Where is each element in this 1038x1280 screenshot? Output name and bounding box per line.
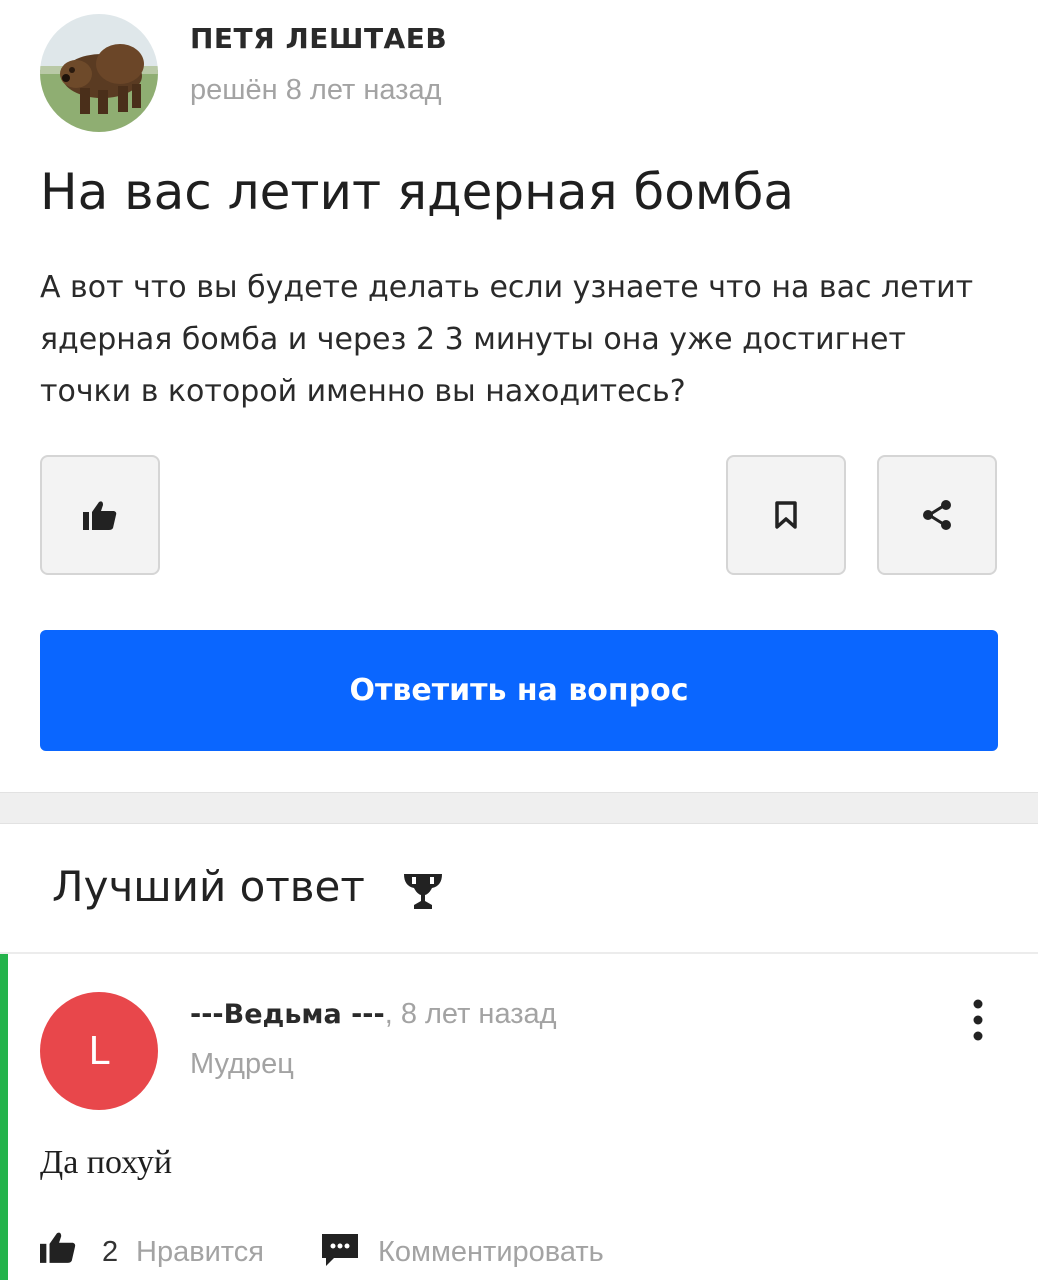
comment-icon[interactable] bbox=[320, 1232, 360, 1273]
bookmark-icon bbox=[775, 501, 797, 529]
answer-author-rank: Мудрец bbox=[190, 1048, 294, 1080]
best-answer-heading: Лучший ответ bbox=[52, 862, 365, 911]
like-button[interactable]: Нравится bbox=[136, 1236, 264, 1269]
question-card: ПЕТЯ ЛЕШТАЕВ решён 8 лет назад На вас ле… bbox=[0, 0, 1038, 792]
bear-photo bbox=[40, 14, 158, 132]
author-name[interactable]: ПЕТЯ ЛЕШТАЕВ bbox=[190, 22, 447, 55]
answer-footer: 2 Нравится Комментировать bbox=[40, 1230, 740, 1274]
bookmark-button[interactable] bbox=[726, 455, 846, 575]
share-icon bbox=[923, 500, 951, 530]
comment-button[interactable]: Комментировать bbox=[378, 1236, 604, 1269]
author-avatar[interactable] bbox=[40, 14, 158, 132]
answer-text: Да похуй bbox=[40, 1144, 173, 1181]
best-answer-accent-bar bbox=[0, 954, 8, 1280]
answer-author-avatar[interactable]: L bbox=[40, 992, 158, 1110]
question-body: А вот что вы будете делать если узнаете … bbox=[40, 270, 974, 409]
question-title: На вас летит ядерная бомба bbox=[40, 163, 795, 221]
more-options-icon[interactable] bbox=[966, 996, 990, 1046]
section-separator bbox=[0, 792, 1038, 824]
answer-time: , 8 лет назад bbox=[384, 998, 557, 1030]
share-button[interactable] bbox=[877, 455, 997, 575]
answer-author-name[interactable]: ---Ведьма --- bbox=[190, 999, 385, 1030]
divider bbox=[0, 952, 1038, 954]
answer-question-button[interactable]: Ответить на вопрос bbox=[40, 630, 998, 751]
answer-author-line: ---Ведьма ---, 8 лет назад bbox=[190, 998, 557, 1031]
trophy-icon bbox=[402, 870, 444, 917]
like-button[interactable] bbox=[40, 455, 160, 575]
question-status: решён 8 лет назад bbox=[190, 74, 442, 106]
thumbs-up-icon[interactable] bbox=[40, 1230, 76, 1269]
thumbs-up-icon bbox=[83, 501, 117, 530]
like-count: 2 bbox=[102, 1236, 119, 1268]
